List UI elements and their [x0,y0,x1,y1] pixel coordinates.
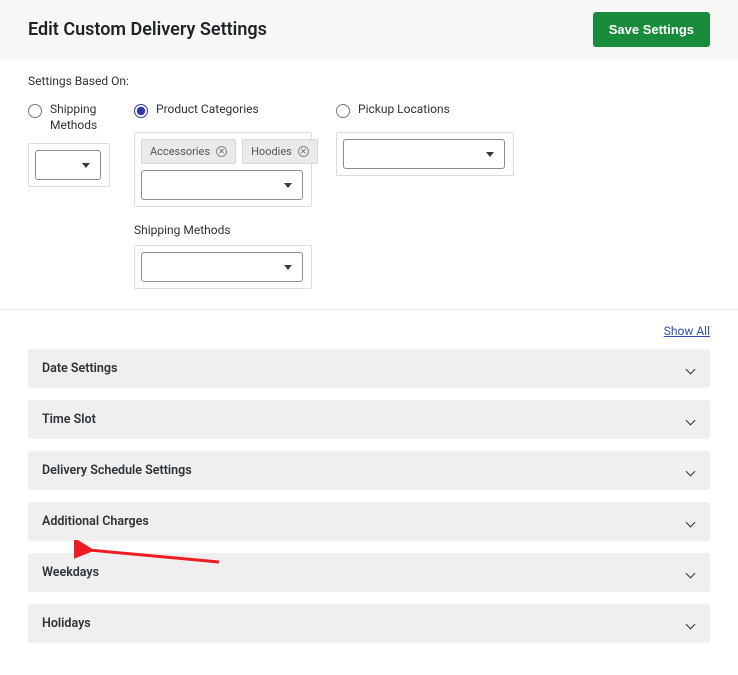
remove-tag-icon[interactable]: ✕ [216,146,227,157]
shipping-methods-box [28,143,110,187]
show-all-row: Show All [28,324,710,339]
chevron-down-icon [686,517,696,527]
radio-pickup-locations[interactable] [336,104,350,118]
chevron-down-icon [686,415,696,425]
accordion-time-slot[interactable]: Time Slot [28,400,710,439]
radio-label-shipping-methods: Shipping Methods [50,102,110,133]
radio-label-pickup-locations: Pickup Locations [358,102,450,118]
accordion-additional-charges[interactable]: Additional Charges [28,502,710,541]
product-categories-box: Accessories ✕ Hoodies ✕ [134,132,312,207]
remove-tag-icon[interactable]: ✕ [298,146,309,157]
chevron-down-icon [686,364,696,374]
accordion-title: Holidays [42,616,91,631]
accordion-title: Weekdays [42,565,99,580]
accordion-weekdays[interactable]: Weekdays [28,553,710,592]
tag-label: Accessories [150,145,210,158]
accordion-title: Additional Charges [42,514,149,529]
sub-shipping-methods-block: Shipping Methods [134,223,312,289]
radio-shipping-methods[interactable] [28,104,42,118]
accordion-title: Date Settings [42,361,117,376]
pickup-locations-select[interactable] [343,139,505,169]
radio-label-product-categories: Product Categories [156,102,259,118]
page-title: Edit Custom Delivery Settings [28,19,267,40]
radio-product-categories[interactable] [134,104,148,118]
chevron-down-icon [686,619,696,629]
option-shipping-methods: Shipping Methods [28,102,110,187]
save-settings-button[interactable]: Save Settings [593,12,710,47]
option-product-categories: Product Categories Accessories ✕ Hoodies… [134,102,312,289]
chevron-down-icon [486,152,494,157]
option-pickup-locations: Pickup Locations [336,102,514,176]
product-categories-select[interactable] [141,170,303,200]
chevron-down-icon [686,466,696,476]
chevron-down-icon [284,183,292,188]
accordion-title: Time Slot [42,412,96,427]
settings-section: Settings Based On: Shipping Methods Prod… [0,60,738,309]
accordion-delivery-schedule-settings[interactable]: Delivery Schedule Settings [28,451,710,490]
options-row: Shipping Methods Product Categories Acce… [28,102,710,289]
sub-shipping-methods-select[interactable] [141,252,303,282]
accordion-holidays[interactable]: Holidays [28,604,710,643]
shipping-methods-select[interactable] [35,150,101,180]
show-all-link[interactable]: Show All [664,324,710,338]
accordion-date-settings[interactable]: Date Settings [28,349,710,388]
category-tags: Accessories ✕ Hoodies ✕ [141,139,305,164]
tag-label: Hoodies [251,145,292,158]
pickup-locations-box [336,132,514,176]
chevron-down-icon [686,568,696,578]
page-header: Edit Custom Delivery Settings Save Setti… [0,0,738,60]
settings-based-on-label: Settings Based On: [28,74,710,88]
tag-hoodies: Hoodies ✕ [242,139,318,164]
sub-shipping-methods-box [134,245,312,289]
accordions-section: Show All Date Settings Time Slot Deliver… [0,310,738,675]
chevron-down-icon [284,265,292,270]
tag-accessories: Accessories ✕ [141,139,236,164]
sub-shipping-methods-label: Shipping Methods [134,223,312,237]
accordion-title: Delivery Schedule Settings [42,463,192,478]
chevron-down-icon [82,163,90,168]
